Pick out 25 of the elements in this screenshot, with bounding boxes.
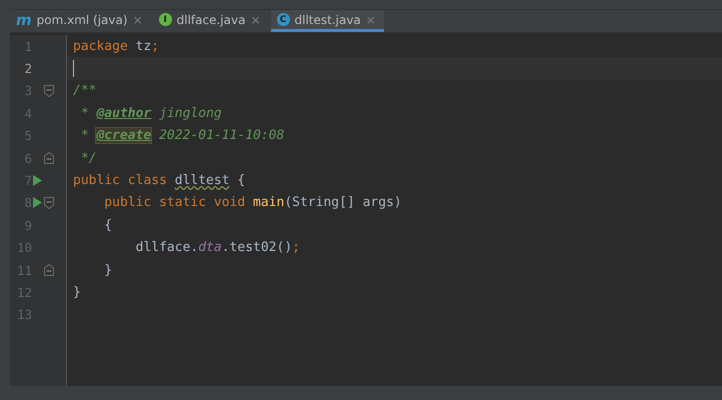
close-icon[interactable]: × xyxy=(250,12,260,26)
run-icon[interactable] xyxy=(32,197,42,208)
code-line: dllface.dta.test02(); xyxy=(134,239,301,258)
code-line: { xyxy=(103,216,114,235)
close-icon[interactable]: × xyxy=(132,12,143,26)
code-line: } xyxy=(103,262,114,280)
maven-icon: m xyxy=(16,13,32,26)
code-line: } xyxy=(72,284,82,302)
run-icon[interactable] xyxy=(32,175,42,186)
text-cursor xyxy=(73,60,74,78)
line-number: 2 xyxy=(23,61,32,76)
fold-icon[interactable] xyxy=(44,264,54,276)
fold-icon[interactable] xyxy=(44,84,54,97)
interface-icon: I xyxy=(158,13,172,26)
code-line: /** xyxy=(72,82,98,100)
code-line: * @create 2022-01-11-10:08 xyxy=(80,127,286,146)
file-tab[interactable]: C dlltest.java × xyxy=(270,10,384,32)
code-line: package tz; xyxy=(72,38,160,56)
code-line: public static void main(String[] args) xyxy=(103,194,403,212)
code-line: public class dlltest { xyxy=(72,172,246,190)
fold-icon[interactable] xyxy=(44,196,54,209)
fold-icon[interactable] xyxy=(44,152,54,164)
class-icon: C xyxy=(276,13,290,26)
code-line: */ xyxy=(80,150,98,168)
code-line: * @author jinglong xyxy=(80,104,223,123)
